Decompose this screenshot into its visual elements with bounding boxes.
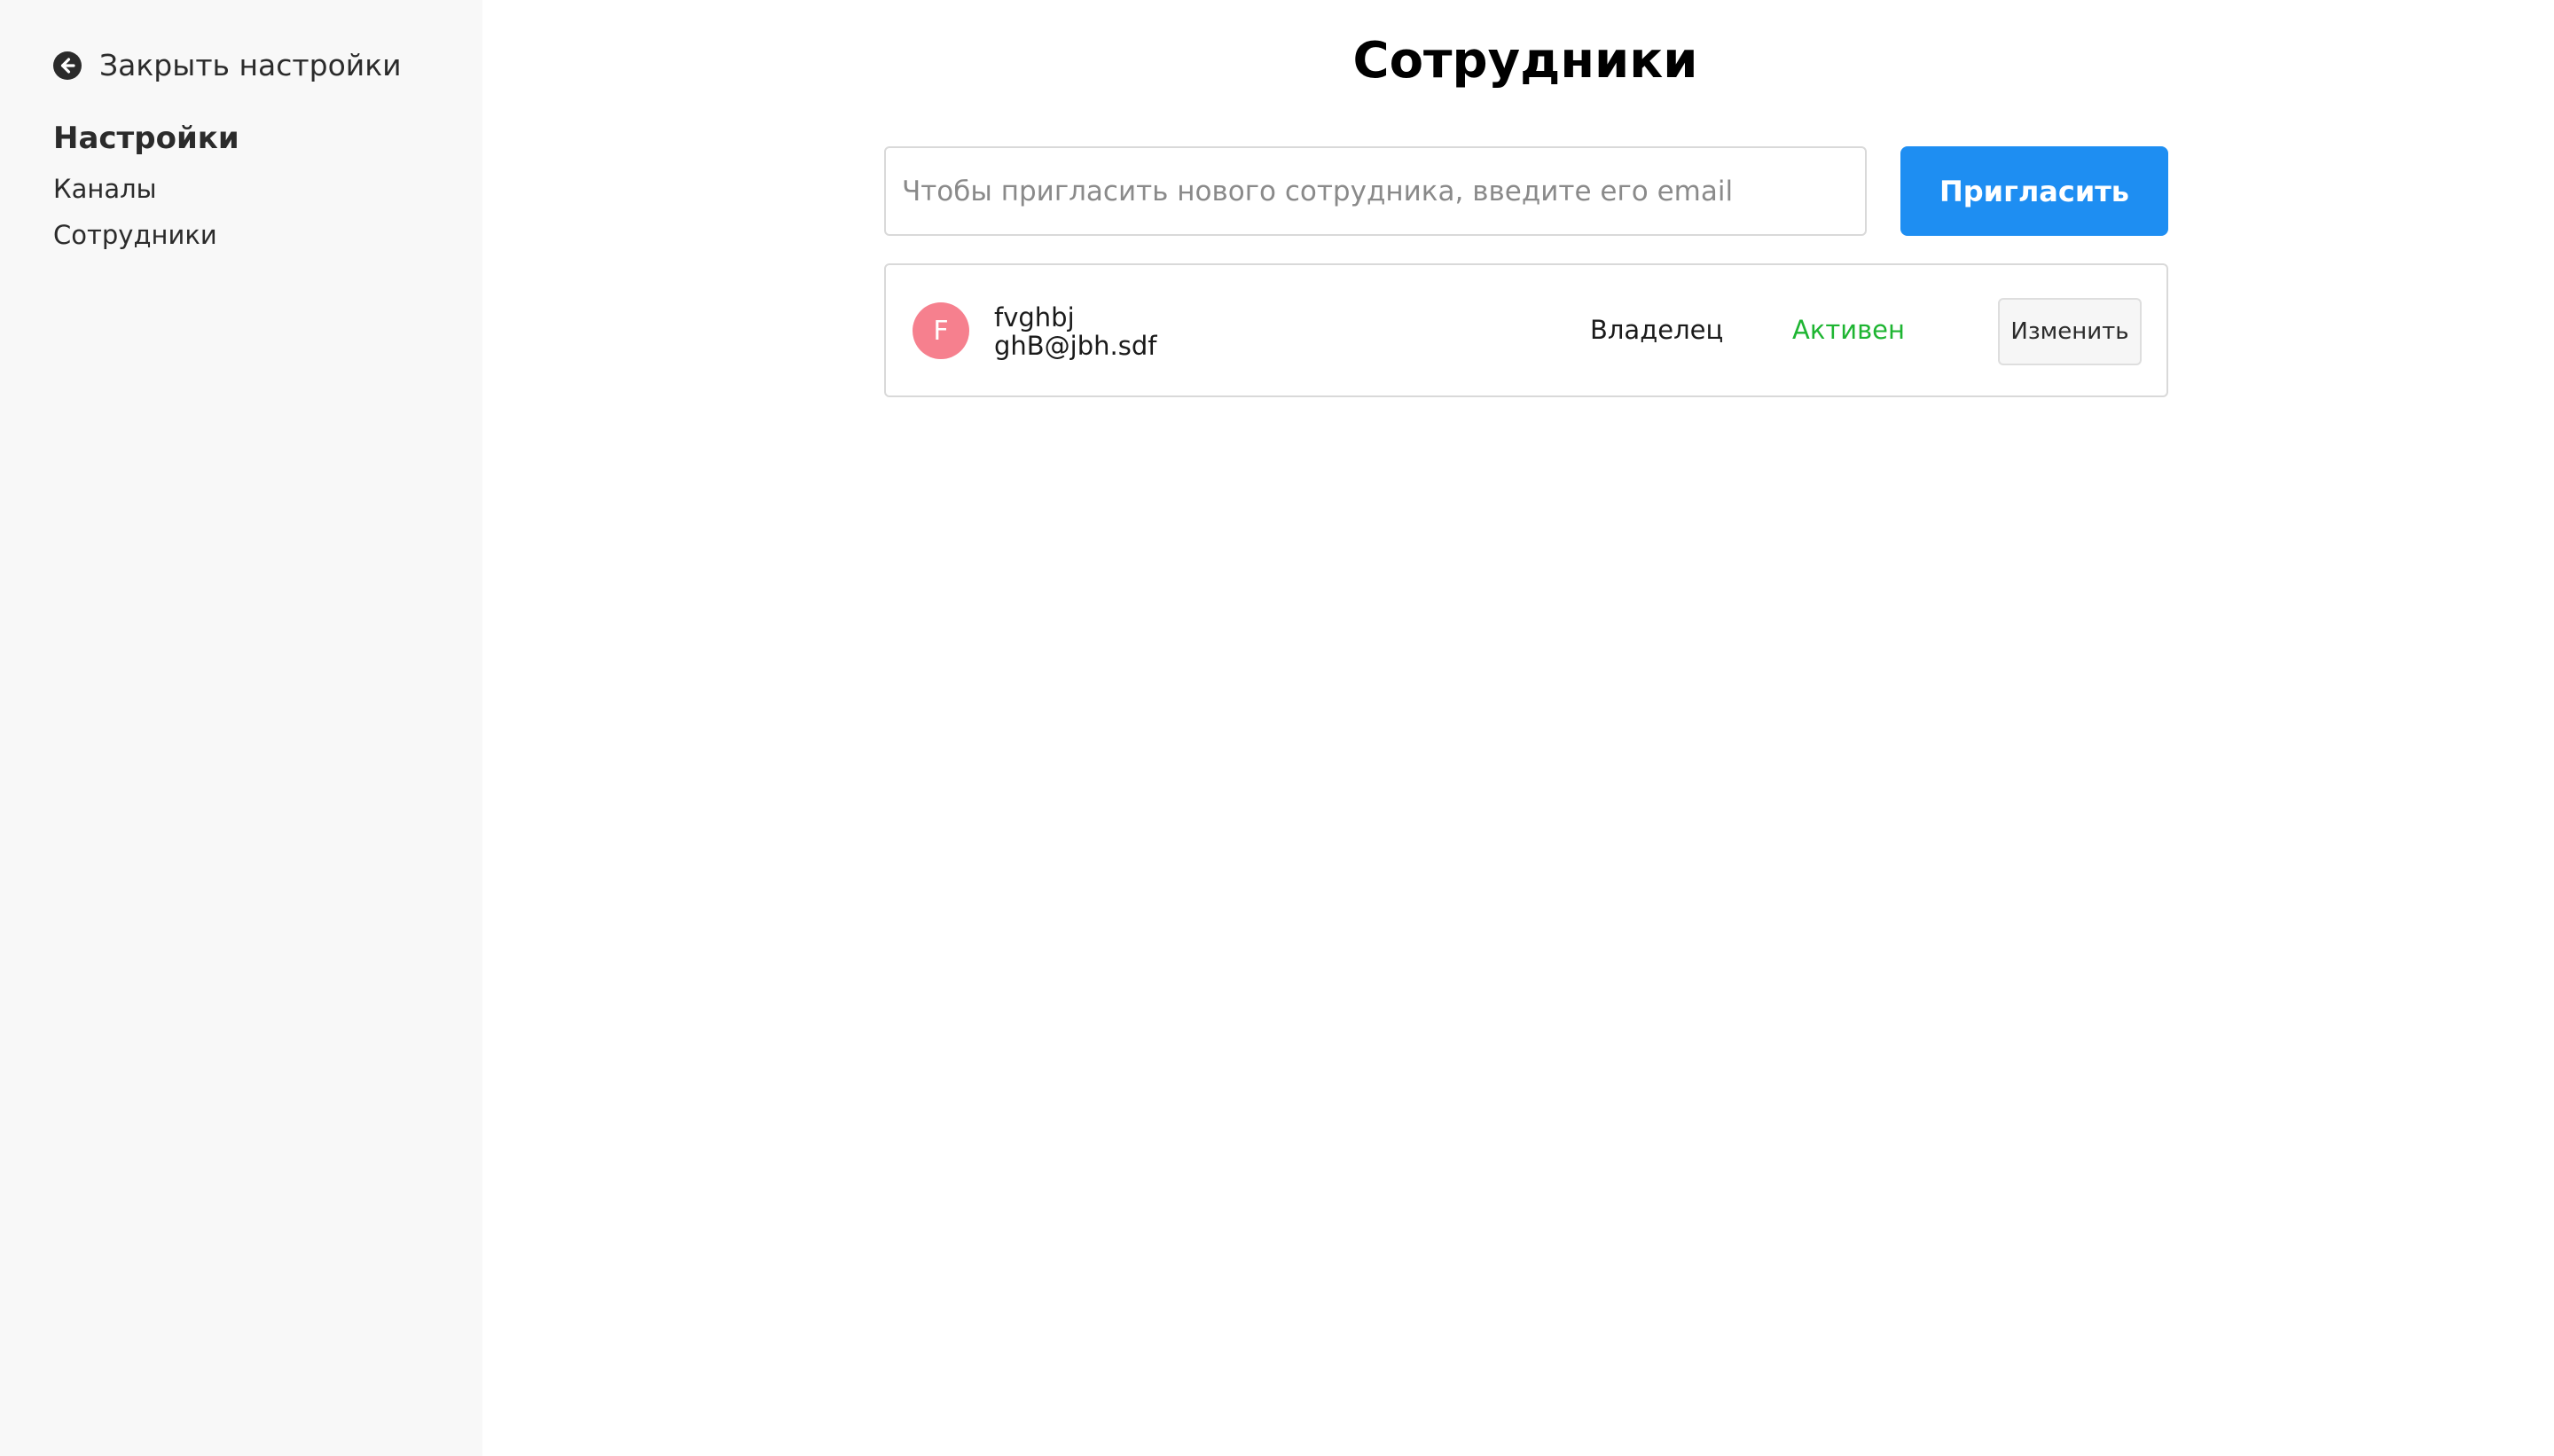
close-settings-link[interactable]: Закрыть настройки: [53, 48, 402, 82]
arrow-left-circle-icon: [53, 51, 82, 80]
close-settings-label: Закрыть настройки: [99, 48, 402, 82]
edit-employee-button[interactable]: Изменить: [1998, 298, 2142, 365]
employee-role: Владелец: [1590, 315, 1724, 345]
sidebar-item-employees[interactable]: Сотрудники: [53, 220, 217, 250]
status-badge: Активен: [1792, 315, 1905, 345]
employee-email: ghB@jbh.sdf: [994, 331, 1157, 361]
invite-email-input[interactable]: [884, 146, 1867, 236]
employee-name: fvghbj: [994, 302, 1075, 333]
avatar: F: [913, 302, 969, 359]
settings-heading: Настройки: [53, 121, 239, 156]
settings-sidebar: Закрыть настройки Настройки Каналы Сотру…: [0, 0, 482, 1456]
invite-button[interactable]: Пригласить: [1900, 146, 2168, 236]
sidebar-item-channels[interactable]: Каналы: [53, 174, 157, 204]
employee-row: F fvghbj ghB@jbh.sdf Владелец Активен Из…: [884, 263, 2168, 397]
page-title: Сотрудники: [1352, 32, 1698, 90]
